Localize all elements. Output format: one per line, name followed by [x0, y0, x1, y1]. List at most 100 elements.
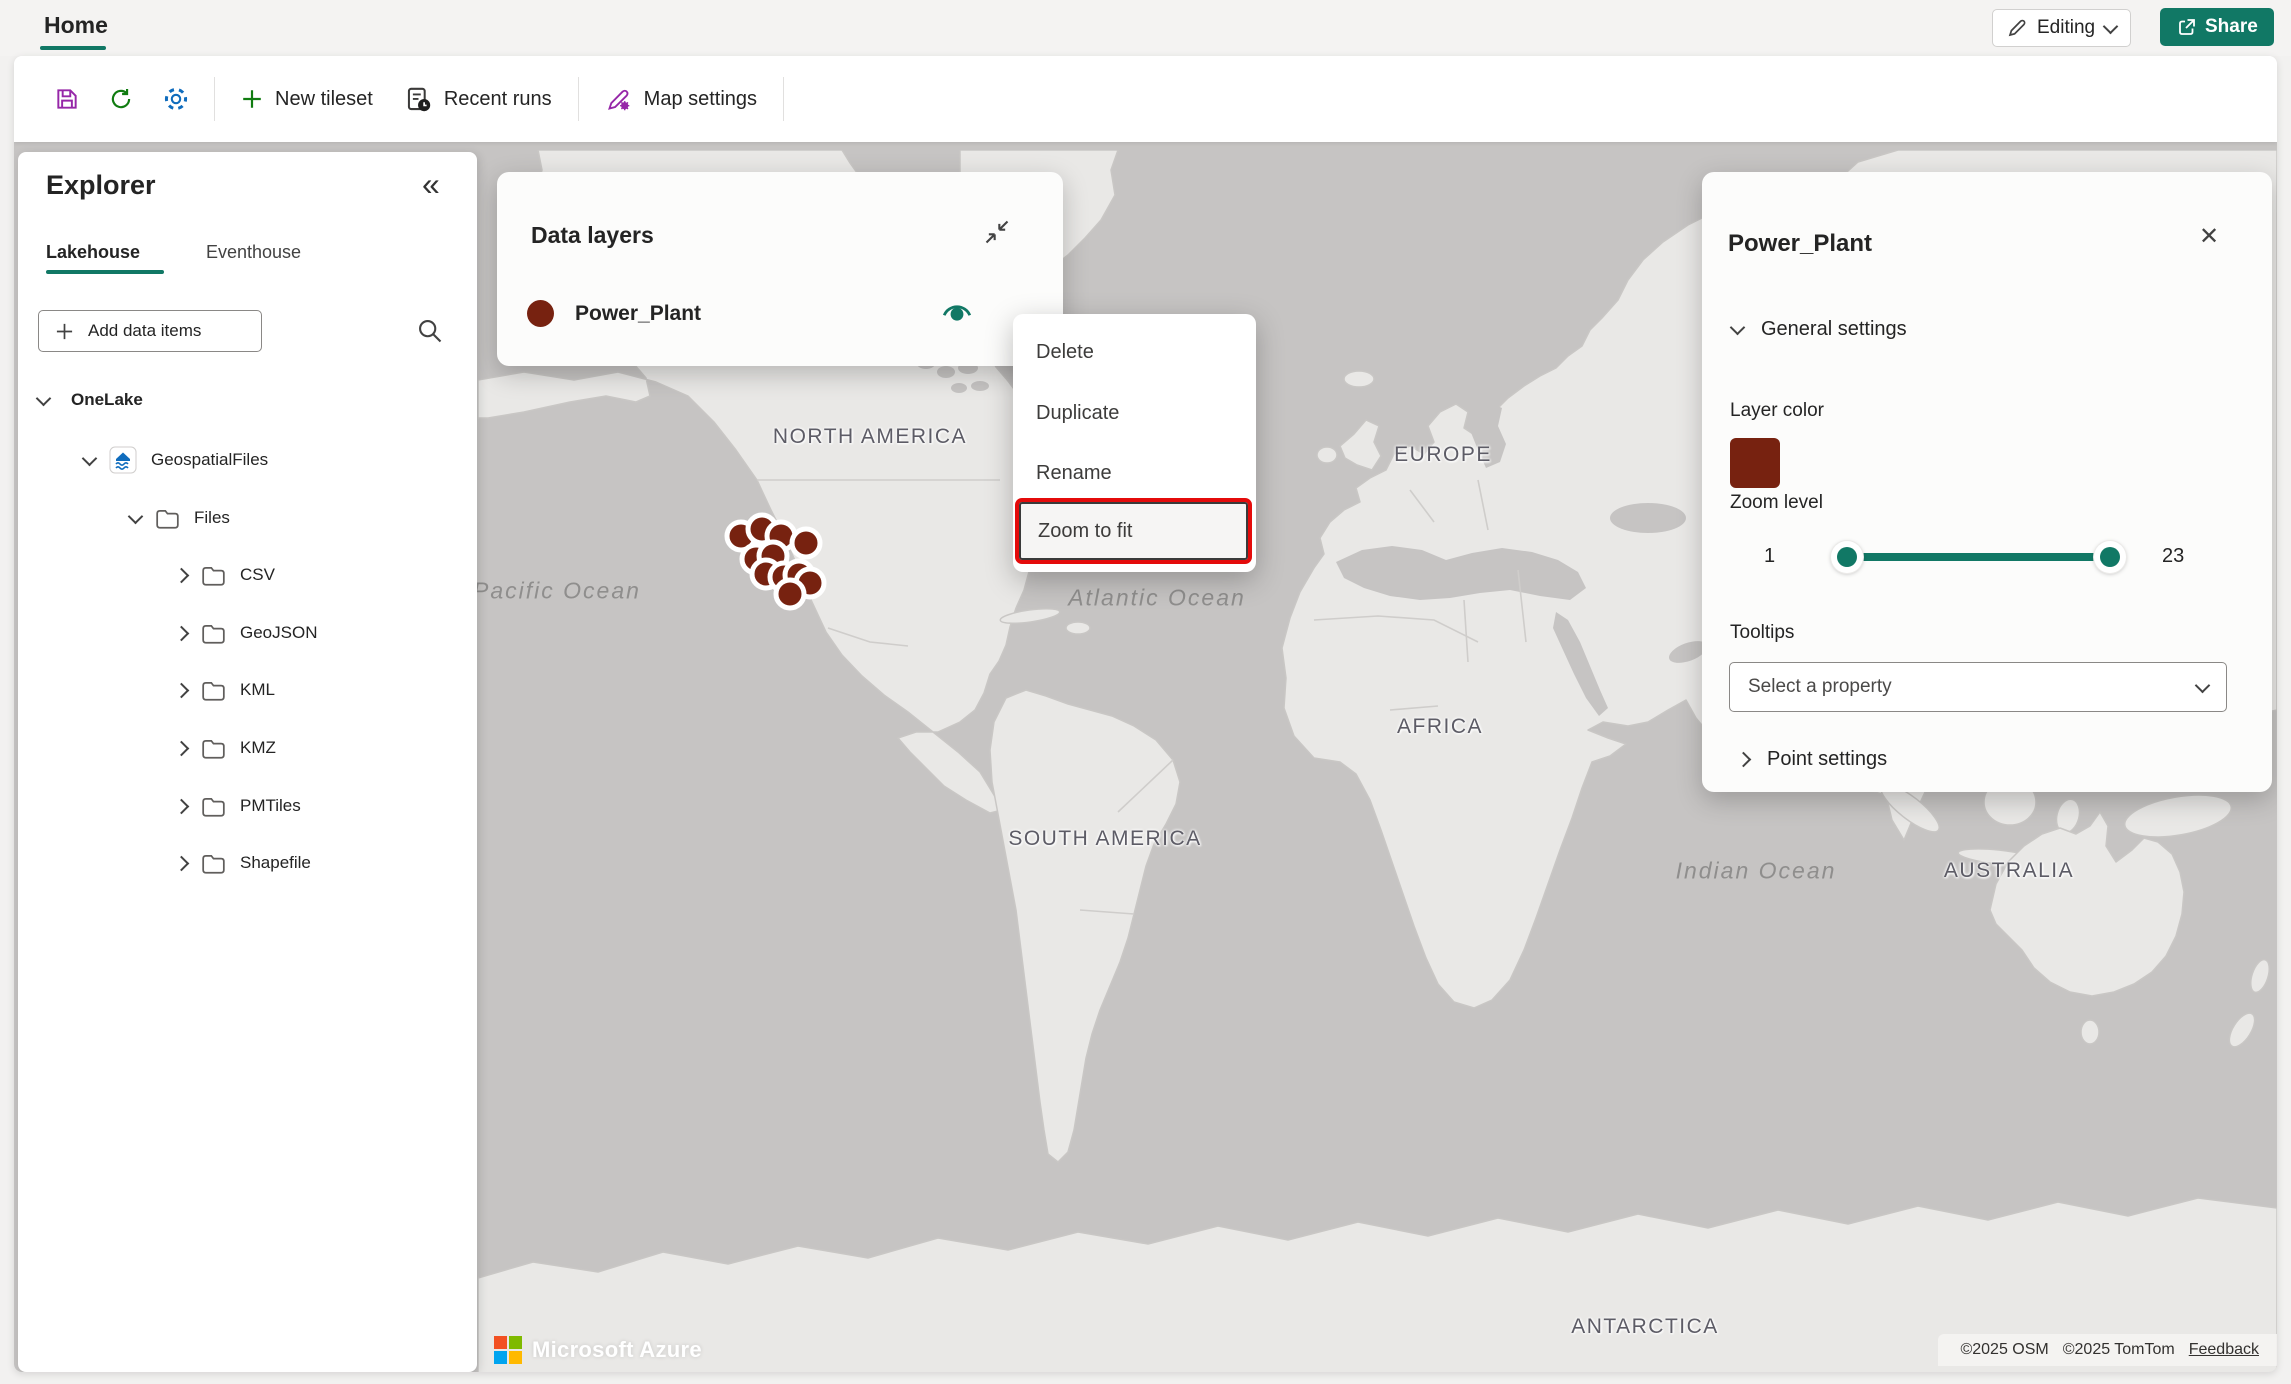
microsoft-logo-icon — [494, 1336, 522, 1364]
lakehouse-icon — [109, 446, 137, 474]
microsoft-azure-logo: Microsoft Azure — [494, 1336, 702, 1364]
tab-home[interactable]: Home — [44, 12, 108, 39]
general-settings-section[interactable]: General settings — [1732, 318, 1907, 341]
data-layers-panel: Data layers Power_Plant — [497, 172, 1063, 366]
layer-name[interactable]: Power_Plant — [575, 302, 701, 326]
zoom-to-fit-annotation: Zoom to fit — [1015, 498, 1252, 564]
map-settings-icon — [605, 86, 632, 113]
tree-item-label: CSV — [240, 565, 275, 585]
map-settings-label: Map settings — [644, 88, 757, 111]
slider-handle-min[interactable] — [1831, 541, 1863, 573]
toolbar-divider — [578, 77, 579, 121]
pencil-icon — [2007, 18, 2027, 38]
tree-item-label: KML — [240, 680, 275, 700]
menu-item-duplicate[interactable]: Duplicate — [1013, 385, 1256, 441]
map-label-australia: AUSTRALIA — [1944, 859, 2074, 883]
zoom-max-value: 23 — [2162, 545, 2184, 568]
point-settings-section[interactable]: Point settings — [1738, 748, 1887, 771]
layer-color-swatch[interactable] — [1730, 438, 1780, 488]
tree-item-label: GeospatialFiles — [151, 450, 268, 470]
folder-icon — [201, 738, 226, 759]
save-button[interactable] — [54, 86, 80, 112]
map-label-south-america: SOUTH AMERICA — [1008, 827, 1201, 851]
chevron-right-icon[interactable] — [174, 740, 190, 756]
chevron-down-icon[interactable] — [82, 450, 98, 466]
recent-runs-button[interactable]: Recent runs — [405, 86, 552, 113]
menu-item-rename[interactable]: Rename — [1013, 445, 1256, 501]
gear-icon — [162, 85, 190, 113]
feedback-link[interactable]: Feedback — [2189, 1341, 2259, 1359]
layer-visibility-eye-icon[interactable] — [941, 298, 973, 324]
tab-lakehouse[interactable]: Lakehouse — [46, 242, 140, 263]
plus-icon — [241, 88, 263, 110]
chevron-right-icon[interactable] — [174, 567, 190, 583]
tooltips-label: Tooltips — [1730, 622, 1794, 644]
tree-item-label: Shapefile — [240, 853, 311, 873]
zoom-level-label: Zoom level — [1730, 492, 1823, 514]
layer-settings-panel: Power_Plant ✕ General settings Layer col… — [1702, 172, 2272, 792]
chevron-right-icon[interactable] — [174, 625, 190, 641]
refresh-button[interactable] — [108, 86, 134, 112]
tree-item-kmz[interactable]: KMZ — [176, 728, 276, 768]
chevron-right-icon[interactable] — [174, 798, 190, 814]
tab-lakehouse-underline — [46, 270, 164, 274]
new-tileset-label: New tileset — [275, 88, 373, 111]
top-tab-bar: Home Editing Share — [0, 0, 2291, 56]
zoom-level-slider[interactable]: 1 23 — [1702, 540, 2272, 574]
chevron-down-icon — [1730, 320, 1746, 336]
tree-item-geojson[interactable]: GeoJSON — [176, 613, 317, 653]
map-label-north-america: NORTH AMERICA — [773, 425, 967, 449]
tree-item-shapefile[interactable]: Shapefile — [176, 843, 311, 883]
explorer-title: Explorer — [46, 170, 156, 201]
app-window: Home Editing Share — [0, 0, 2291, 1384]
general-settings-label: General settings — [1761, 318, 1907, 341]
tree-item-files[interactable]: Files — [130, 498, 230, 538]
save-icon — [54, 86, 80, 112]
folder-icon — [201, 853, 226, 874]
point-settings-label: Point settings — [1767, 748, 1887, 771]
tree-item-onelake[interactable]: OneLake — [38, 380, 143, 420]
chevron-right-icon[interactable] — [174, 855, 190, 871]
tree-item-pmtiles[interactable]: PMTiles — [176, 786, 301, 826]
map-label-atlantic-ocean: Atlantic Ocean — [1068, 585, 1246, 612]
chevron-down-icon[interactable] — [128, 508, 144, 524]
share-button[interactable]: Share — [2160, 8, 2274, 46]
chevron-right-icon — [1736, 752, 1752, 768]
collapse-sidebar-icon[interactable]: « — [422, 166, 440, 203]
tooltips-dropdown[interactable]: Select a property — [1729, 662, 2227, 712]
toolbar-divider — [214, 77, 215, 121]
folder-icon — [201, 623, 226, 644]
slider-track[interactable] — [1847, 553, 2110, 561]
recent-runs-label: Recent runs — [444, 88, 552, 111]
refresh-icon — [108, 86, 134, 112]
tree-item-csv[interactable]: CSV — [176, 555, 275, 595]
slider-handle-max[interactable] — [2094, 541, 2126, 573]
tree-item-label: GeoJSON — [240, 623, 317, 643]
add-data-items-button[interactable]: Add data items — [38, 310, 262, 352]
menu-item-delete[interactable]: Delete — [1013, 324, 1256, 380]
folder-icon — [155, 508, 180, 529]
map-settings-button[interactable]: Map settings — [605, 86, 757, 113]
settings-button[interactable] — [162, 85, 190, 113]
plus-icon — [55, 322, 74, 341]
collapse-panel-icon[interactable] — [983, 218, 1011, 246]
tree-item-geospatialfiles[interactable]: GeospatialFiles — [84, 440, 268, 480]
data-layers-title: Data layers — [531, 222, 654, 249]
map-label-europe: EUROPE — [1394, 443, 1492, 467]
chevron-down-icon[interactable] — [36, 390, 52, 406]
share-label: Share — [2205, 16, 2258, 38]
tree-item-label: OneLake — [71, 390, 143, 410]
map-attribution: ©2025 OSM ©2025 TomTom Feedback — [1938, 1334, 2277, 1366]
map-label-africa: AFRICA — [1397, 715, 1483, 739]
tab-eventhouse[interactable]: Eventhouse — [206, 242, 301, 263]
search-icon[interactable] — [416, 317, 444, 345]
close-icon[interactable]: ✕ — [2194, 222, 2224, 252]
new-tileset-button[interactable]: New tileset — [241, 88, 373, 111]
menu-item-zoom-to-fit[interactable]: Zoom to fit — [1019, 502, 1248, 560]
tree-item-label: Files — [194, 508, 230, 528]
azure-logo-text: Microsoft Azure — [532, 1337, 702, 1363]
tree-item-kml[interactable]: KML — [176, 670, 275, 710]
editing-mode-button[interactable]: Editing — [1992, 9, 2131, 47]
chevron-right-icon[interactable] — [174, 682, 190, 698]
map-label-indian-ocean: Indian Ocean — [1676, 858, 1837, 885]
